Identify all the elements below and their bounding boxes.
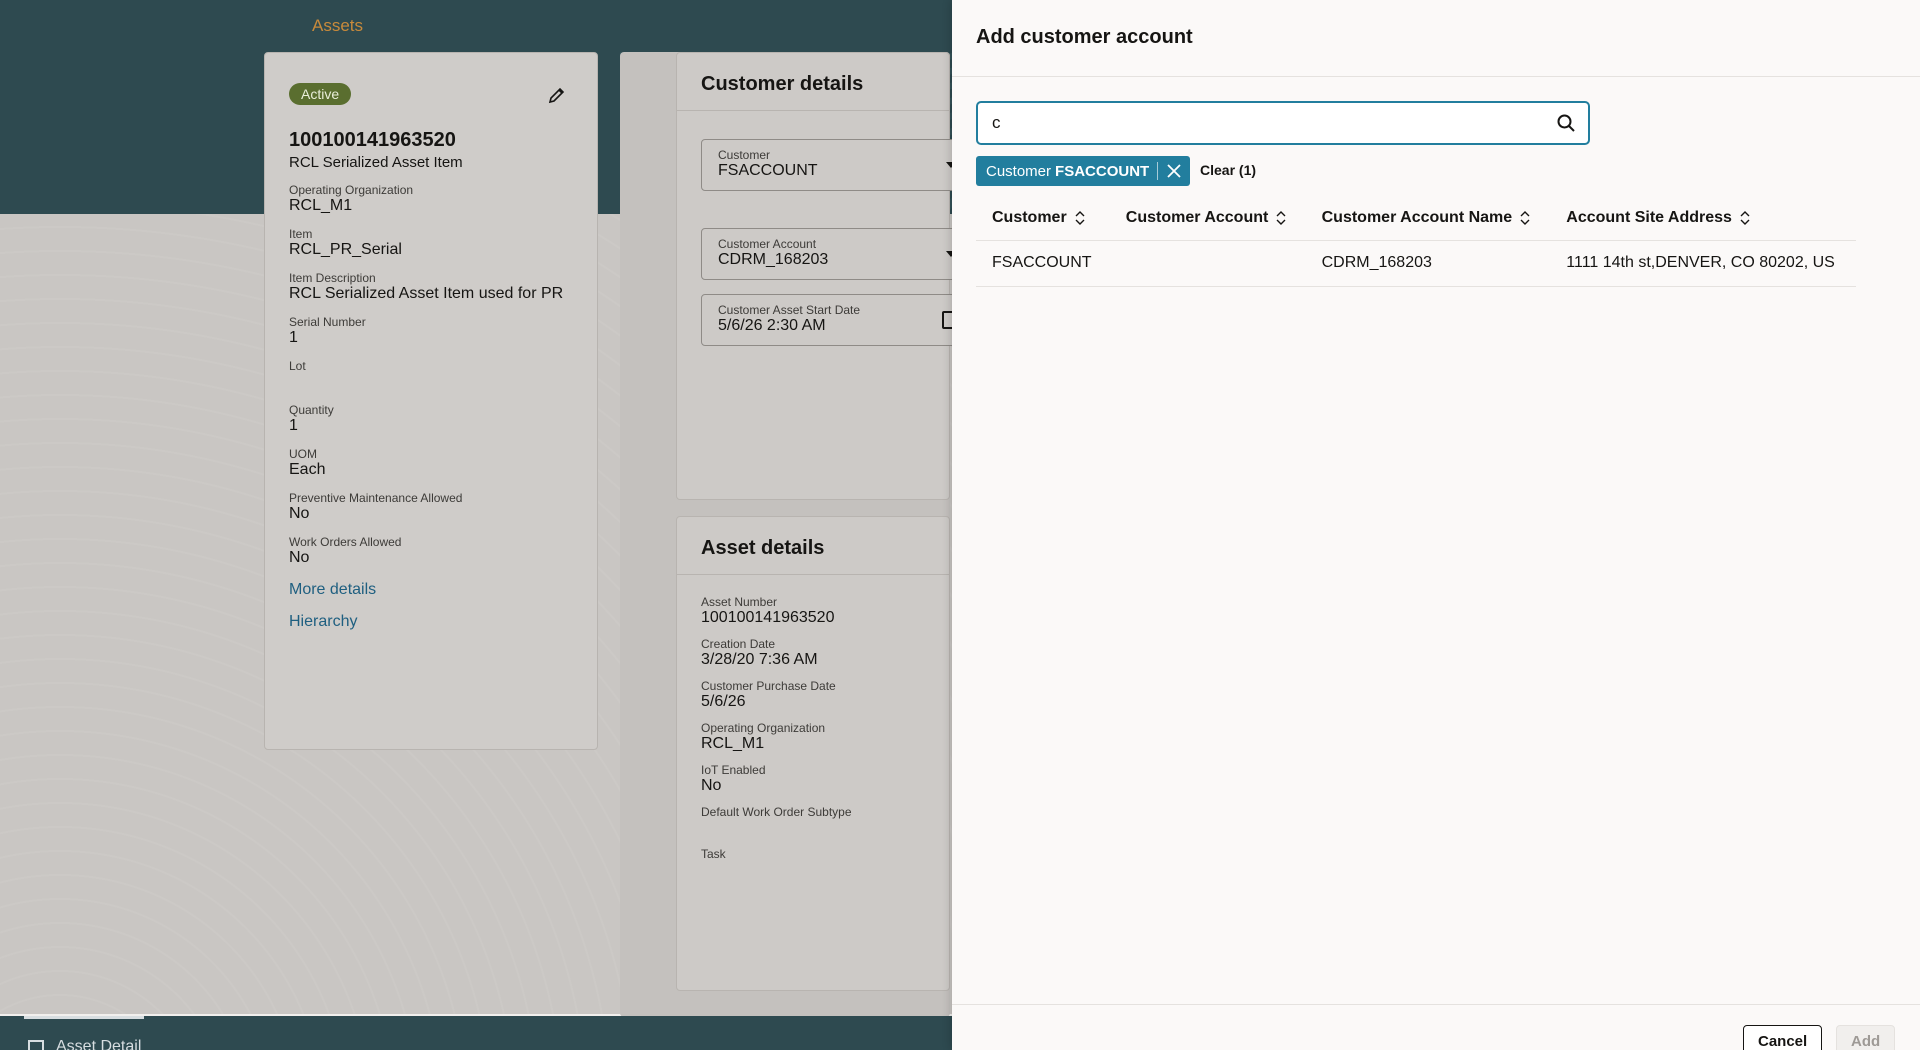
search-box [976,101,1590,145]
add-button[interactable]: Add [1836,1025,1896,1050]
field-creation-date: Creation Date 3/28/20 7:36 AM [701,637,818,668]
field-iot-enabled: IoT Enabled No [701,763,766,794]
search-icon[interactable] [1556,113,1576,133]
search-input[interactable] [978,103,1538,143]
customer-asset-start-date-field[interactable]: Customer Asset Start Date 5/6/26 2:30 AM [701,294,961,346]
asset-summary-card: Active 100100141963520 RCL Serialized As… [264,52,598,750]
sort-icon[interactable] [1075,210,1085,225]
pencil-icon[interactable] [547,85,567,105]
field-default-work-order-subtype: Default Work Order Subtype [701,805,852,819]
field-item-description: Item Description RCL Serialized Asset Ite… [289,271,564,302]
field-operating-organization: Operating Organization RCL_M1 [289,183,414,214]
table-header-row: Customer Customer Account Customer Accou… [976,196,1856,241]
drawer-header: Add customer account [952,0,1920,77]
field-lot: Lot [289,359,306,373]
field-work-orders-allowed: Work Orders Allowed No [289,535,402,566]
customer-details-card: Customer details Customer FSACCOUNT Cust… [676,52,961,500]
field-uom: UOM Each [289,447,326,478]
drawer-footer: Cancel Add [952,1004,1920,1050]
cell-customer: FSACCOUNT [976,240,1110,287]
customer-account-table: Customer Customer Account Customer Accou… [976,196,1856,287]
column-header-account-site-address[interactable]: Account Site Address [1550,196,1856,241]
chip-divider [1157,162,1159,180]
filter-chip-customer[interactable]: Customer FSACCOUNT [976,156,1191,186]
close-icon[interactable] [1166,163,1182,179]
cell-customer-account-name: CDRM_168203 [1305,240,1551,287]
asset-number-title: 100100141963520 [289,129,456,151]
cancel-button[interactable]: Cancel [1743,1025,1823,1050]
filter-chip-value: FSACCOUNT [1055,162,1150,180]
table-row[interactable]: FSACCOUNT CDRM_168203 1111 14th st,DENVE… [976,240,1856,287]
field-preventive-maintenance: Preventive Maintenance Allowed No [289,491,463,522]
asset-details-title: Asset details [677,517,949,575]
asset-details-fields: Asset Number 100100141963520 Creation Dat… [677,575,949,889]
field-customer-purchase-date: Customer Purchase Date 5/6/26 [701,679,836,710]
field-serial-number: Serial Number 1 [289,315,366,346]
tab-asset-detail[interactable]: Asset Detail [56,1038,141,1050]
customer-select[interactable]: Customer FSACCOUNT [701,139,961,191]
cell-customer-account [1109,240,1306,287]
active-tab-indicator [24,1016,144,1019]
sort-icon[interactable] [1740,210,1750,225]
list-icon [28,1040,44,1050]
assets-breadcrumb-link[interactable]: Assets [312,16,363,36]
customer-details-title: Customer details [677,53,949,111]
field-asset-operating-organization: Operating Organization RCL_M1 [701,721,826,752]
asset-details-card: Asset details Asset Number 10010014196352… [676,516,950,991]
drawer-title: Add customer account [976,26,1193,48]
more-details-link[interactable]: More details [289,581,573,599]
asset-item-subtitle: RCL Serialized Asset Item [289,154,463,171]
field-item: Item RCL_PR_Serial [289,227,402,258]
add-customer-account-drawer: Add customer account Customer FSACCOUNT … [952,0,1920,1050]
column-header-customer-account-name[interactable]: Customer Account Name [1305,196,1551,241]
bottom-tab-bar: Asset Detail [0,1016,952,1050]
sort-icon[interactable] [1276,210,1286,225]
filter-chip-label: Customer [986,162,1052,180]
column-header-customer[interactable]: Customer [976,196,1110,241]
field-task: Task [701,847,726,861]
cell-account-site-address: 1111 14th st,DENVER, CO 80202, US [1550,240,1856,287]
customer-account-select[interactable]: Customer Account CDRM_168203 [701,228,961,280]
field-quantity: Quantity 1 [289,403,334,434]
summary-fields: Operating Organization RCL_M1 Item RCL_PR_… [289,183,573,567]
clear-filters-button[interactable]: Clear (1) [1200,162,1256,178]
sort-icon[interactable] [1520,210,1530,225]
field-asset-number: Asset Number 100100141963520 [701,595,835,626]
column-header-customer-account[interactable]: Customer Account [1109,196,1306,241]
status-badge: Active [289,83,352,105]
hierarchy-link[interactable]: Hierarchy [289,613,573,631]
